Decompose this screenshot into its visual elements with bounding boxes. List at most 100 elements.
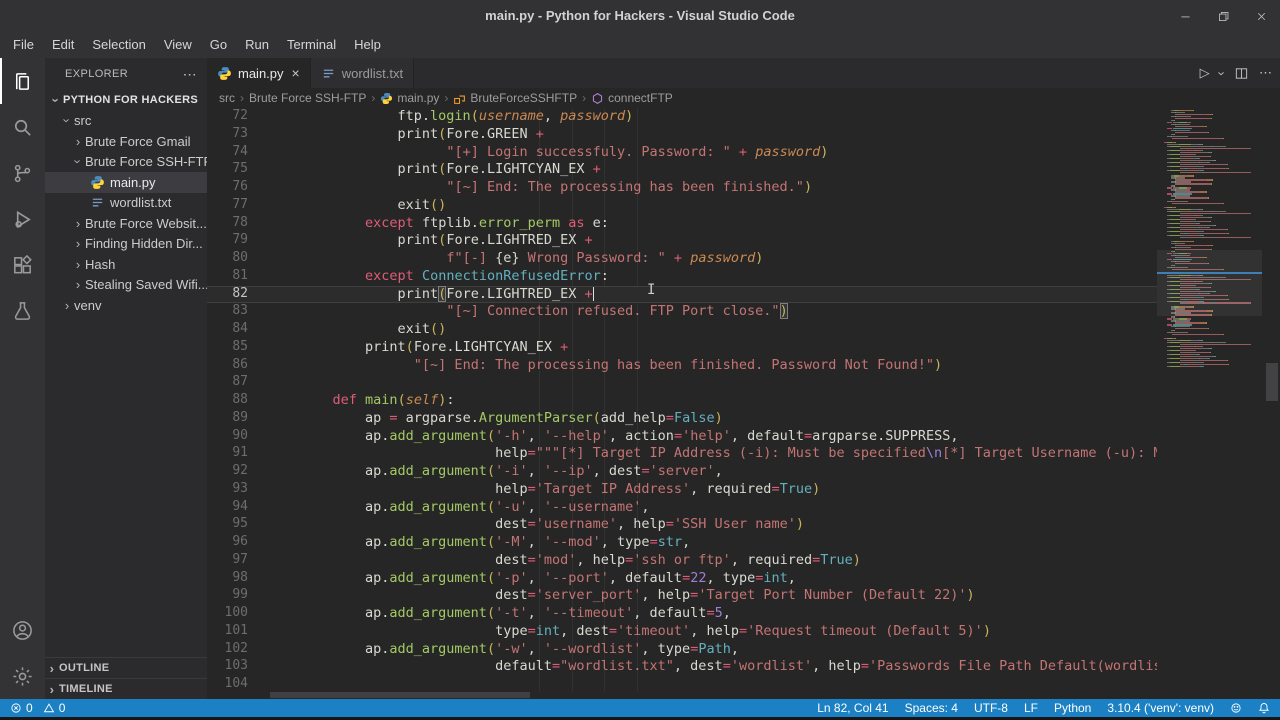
code-line-77[interactable]: 77 exit() [207,197,1157,215]
more-actions-icon[interactable]: ⋯ [1259,65,1272,81]
menu-item-view[interactable]: View [155,32,201,58]
code-line-90[interactable]: 90 ap.add_argument('-h', '--help', actio… [207,428,1157,446]
code-line-103[interactable]: 103 default="wordlist.txt", dest='wordli… [207,658,1157,676]
files-icon[interactable] [0,58,45,104]
code-line-104[interactable]: 104 [207,676,1157,691]
status-feedback-icon[interactable] [1230,702,1242,714]
split-editor-icon[interactable] [1234,66,1249,81]
tree-item-src[interactable]: › src [45,111,207,132]
minimap[interactable] [1157,108,1280,699]
status-bell-icon[interactable] [1258,702,1270,714]
code-line-84[interactable]: 84 exit() [207,321,1157,339]
code-line-83[interactable]: 83 "[~] Connection refused. FTP Port clo… [207,303,1157,321]
breadcrumb-item-brute-force-ssh-ftp[interactable]: Brute Force SSH-FTP [249,91,366,105]
code-line-91[interactable]: 91 help="""[*] Target IP Address (-i): M… [207,445,1157,463]
tab-wordlist-txt[interactable]: wordlist.txt [310,58,415,88]
tab-main-py[interactable]: main.py × [207,58,311,88]
minimap-viewport[interactable] [1157,250,1262,316]
code-line-74[interactable]: 74 "[+] Login successfuly. Password: " +… [207,144,1157,162]
menu-item-go[interactable]: Go [201,32,236,58]
tree-item-wordlist-txt[interactable]: wordlist.txt [45,193,207,214]
restore-icon[interactable] [1204,0,1242,32]
horizontal-scrollbar-thumb[interactable] [270,692,530,698]
run-python-button[interactable]: ▷ [1200,65,1210,81]
menu-item-edit[interactable]: Edit [43,32,83,58]
section-outline[interactable]: › OUTLINE [45,657,207,678]
status-label: Ln 82, Col 41 [817,701,889,715]
account-icon[interactable] [0,607,45,653]
breadcrumb-item-connectftp[interactable]: connectFTP [591,91,673,105]
line-number: 100 [224,605,248,620]
status-0[interactable]: 0 [43,701,65,715]
code-line-78[interactable]: 78 except ftplib.error_perm as e: [207,215,1157,233]
code-line-79[interactable]: 79 print(Fore.LIGHTRED_EX + [207,232,1157,250]
status-lf[interactable]: LF [1024,701,1038,715]
menu-item-file[interactable]: File [4,32,43,58]
breadcrumb-item-main-py[interactable]: main.py [380,91,439,105]
menu-item-help[interactable]: Help [345,32,390,58]
code-line-98[interactable]: 98 ap.add_argument('-p', '--port', defau… [207,570,1157,588]
testing-icon[interactable] [0,288,45,334]
code-line-102[interactable]: 102 ap.add_argument('-w', '--wordlist', … [207,641,1157,659]
status-3-10-4-venv-venv[interactable]: 3.10.4 ('venv': venv) [1107,701,1214,715]
extensions-icon[interactable] [0,242,45,288]
horizontal-scrollbar[interactable] [207,691,1157,699]
vertical-scrollbar-thumb[interactable] [1266,363,1278,401]
run-dropdown-icon[interactable]: › [1214,71,1229,75]
code-line-99[interactable]: 99 dest='server_port', help='Target Port… [207,587,1157,605]
code-line-86[interactable]: 86 "[~] End: The processing has been fin… [207,357,1157,375]
explorer-more-actions-icon[interactable]: ⋯ [183,66,197,83]
line-number: 90 [232,427,248,443]
status-utf-8[interactable]: UTF-8 [974,701,1008,715]
code-line-81[interactable]: 81 except ConnectionRefusedError: [207,268,1157,286]
code-line-101[interactable]: 101 type=int, dest='timeout', help='Requ… [207,623,1157,641]
explorer-title: EXPLORER [65,68,129,80]
code-line-96[interactable]: 96 ap.add_argument('-M', '--mod', type=s… [207,534,1157,552]
code-line-75[interactable]: 75 print(Fore.LIGHTCYAN_EX + [207,161,1157,179]
code-line-87[interactable]: 87 [207,374,1157,392]
close-icon[interactable] [1242,0,1280,32]
status-python[interactable]: Python [1054,701,1091,715]
tree-item-hash[interactable]: › Hash [45,254,207,275]
tree-item-stealing-saved-wifi[interactable]: › Stealing Saved Wifi... [45,275,207,296]
source-control-icon[interactable] [0,150,45,196]
code-line-93[interactable]: 93 help='Target IP Address', required=Tr… [207,481,1157,499]
line-number: 76 [232,179,248,194]
code-line-100[interactable]: 100 ap.add_argument('-t', '--timeout', d… [207,605,1157,623]
code-line-73[interactable]: 73 print(Fore.GREEN + [207,126,1157,144]
code-line-80[interactable]: 80 f"[-] {e} Wrong Password: " + passwor… [207,250,1157,268]
settings-gear-icon[interactable] [0,653,45,699]
status-ln-82-col-41[interactable]: Ln 82, Col 41 [817,701,888,715]
code-editor[interactable]: 72 ftp.login(username, password) 73 print… [207,108,1157,691]
tree-item-brute-force-gmail[interactable]: › Brute Force Gmail [45,131,207,152]
code-line-88[interactable]: 88 def main(self): [207,392,1157,410]
search-icon[interactable] [0,104,45,150]
menu-item-selection[interactable]: Selection [83,32,154,58]
section-timeline[interactable]: › TIMELINE [45,678,207,699]
code-line-97[interactable]: 97 dest='mod', help='ssh or ftp', requir… [207,552,1157,570]
code-line-76[interactable]: 76 "[~] End: The processing has been fin… [207,179,1157,197]
tree-item-main-py[interactable]: main.py [45,172,207,193]
tree-item-venv[interactable]: › venv [45,295,207,316]
breadcrumb-item-src[interactable]: src [219,91,235,105]
menu-item-terminal[interactable]: Terminal [278,32,345,58]
code-line-82[interactable]: 82 print(Fore.LIGHTRED_EX + [207,285,1157,304]
code-line-85[interactable]: 85 print(Fore.LIGHTCYAN_EX + [207,339,1157,357]
status-spaces-4[interactable]: Spaces: 4 [905,701,958,715]
menu-item-run[interactable]: Run [236,32,278,58]
tree-item-brute-force-ssh-ftp[interactable]: › Brute Force SSH-FTP [45,152,208,173]
close-tab-icon[interactable]: × [292,65,300,81]
status-0[interactable]: 0 [10,701,33,715]
code-line-95[interactable]: 95 dest='username', help='SSH User name'… [207,516,1157,534]
code-line-92[interactable]: 92 ap.add_argument('-i', '--ip', dest='s… [207,463,1157,481]
tree-item-brute-force-websit[interactable]: › Brute Force Websit... [45,213,207,234]
workbench: EXPLORER ⋯ › PYTHON FOR HACKERS › src › Brute… [0,58,1280,699]
code-line-89[interactable]: 89 ap = argparse.ArgumentParser(add_help… [207,410,1157,428]
tree-item-python-for-hackers[interactable]: › PYTHON FOR HACKERS [45,90,207,111]
code-line-72[interactable]: 72 ftp.login(username, password) [207,108,1157,126]
minimize-icon[interactable] [1166,0,1204,32]
code-line-94[interactable]: 94 ap.add_argument('-u', '--username', [207,499,1157,517]
breadcrumb-item-bruteforcesshftp[interactable]: BruteForceSSHFTP [453,91,577,105]
run-debug-icon[interactable] [0,196,45,242]
tree-item-finding-hidden-dir[interactable]: › Finding Hidden Dir... [45,234,207,255]
